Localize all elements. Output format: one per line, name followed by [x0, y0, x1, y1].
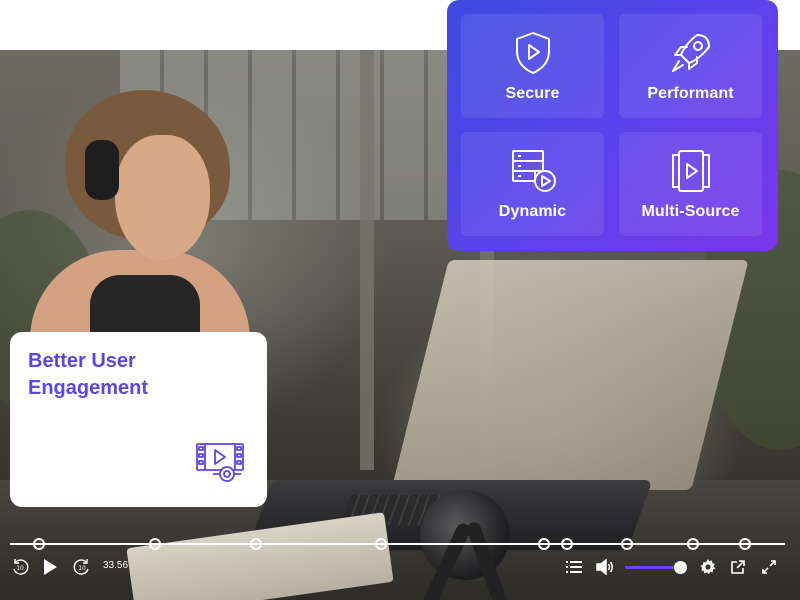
popout-button[interactable] — [729, 556, 747, 578]
fullscreen-button[interactable] — [760, 556, 778, 578]
external-link-icon — [731, 560, 745, 574]
svg-text:10: 10 — [78, 565, 86, 572]
engagement-card: Better User Engagement — [10, 332, 267, 507]
forward-10-button[interactable]: 10 — [72, 556, 92, 578]
chapter-marker[interactable] — [621, 538, 633, 550]
expand-icon — [762, 560, 776, 574]
feature-label: Performant — [647, 85, 734, 102]
svg-text:10: 10 — [16, 565, 24, 572]
volume-icon — [596, 559, 613, 575]
features-card: Secure Performant Dynamic Multi-Source — [447, 0, 778, 251]
rewind-10-button[interactable]: 10 — [10, 556, 30, 578]
play-button[interactable] — [40, 556, 60, 578]
chapter-marker[interactable] — [375, 538, 387, 550]
volume-handle[interactable] — [674, 561, 687, 574]
hero-stage: Secure Performant Dynamic Multi-Source B… — [0, 0, 800, 600]
forward-10-icon: 10 — [73, 559, 89, 575]
settings-button[interactable] — [699, 556, 717, 578]
feature-dynamic: Dynamic — [461, 132, 604, 236]
chapter-marker[interactable] — [687, 538, 699, 550]
chapter-marker[interactable] — [561, 538, 573, 550]
play-icon — [44, 559, 57, 575]
engagement-title: Better User Engagement — [28, 350, 149, 399]
chapter-marker[interactable] — [739, 538, 751, 550]
chapter-marker[interactable] — [538, 538, 550, 550]
list-icon — [566, 561, 582, 573]
film-play-icon — [196, 443, 244, 482]
playlist-button[interactable] — [565, 556, 583, 578]
feature-label: Multi-Source — [641, 203, 740, 220]
mute-button[interactable] — [595, 556, 615, 578]
feature-multi-source: Multi-Source — [619, 132, 762, 236]
video-stack-icon — [671, 150, 710, 192]
person-face — [115, 135, 210, 260]
server-play-icon — [511, 150, 556, 192]
chapter-marker[interactable] — [33, 538, 45, 550]
background-pillar — [360, 50, 374, 470]
player-controls: 10 10 33.56 — [0, 556, 800, 580]
chapter-marker[interactable] — [149, 538, 161, 550]
rocket-icon — [671, 34, 710, 72]
feature-label: Secure — [505, 85, 560, 102]
feature-performant: Performant — [619, 14, 762, 118]
current-time: 33.56 — [103, 560, 129, 571]
seek-bar[interactable] — [10, 543, 785, 545]
chapter-marker[interactable] — [250, 538, 262, 550]
rewind-10-icon: 10 — [13, 559, 29, 575]
feature-secure: Secure — [461, 14, 604, 118]
headphones — [85, 140, 119, 200]
shield-play-icon — [515, 32, 550, 74]
laptop-lid — [391, 260, 749, 490]
feature-label: Dynamic — [498, 203, 567, 220]
gear-icon — [700, 559, 716, 574]
volume-slider[interactable] — [625, 566, 681, 569]
